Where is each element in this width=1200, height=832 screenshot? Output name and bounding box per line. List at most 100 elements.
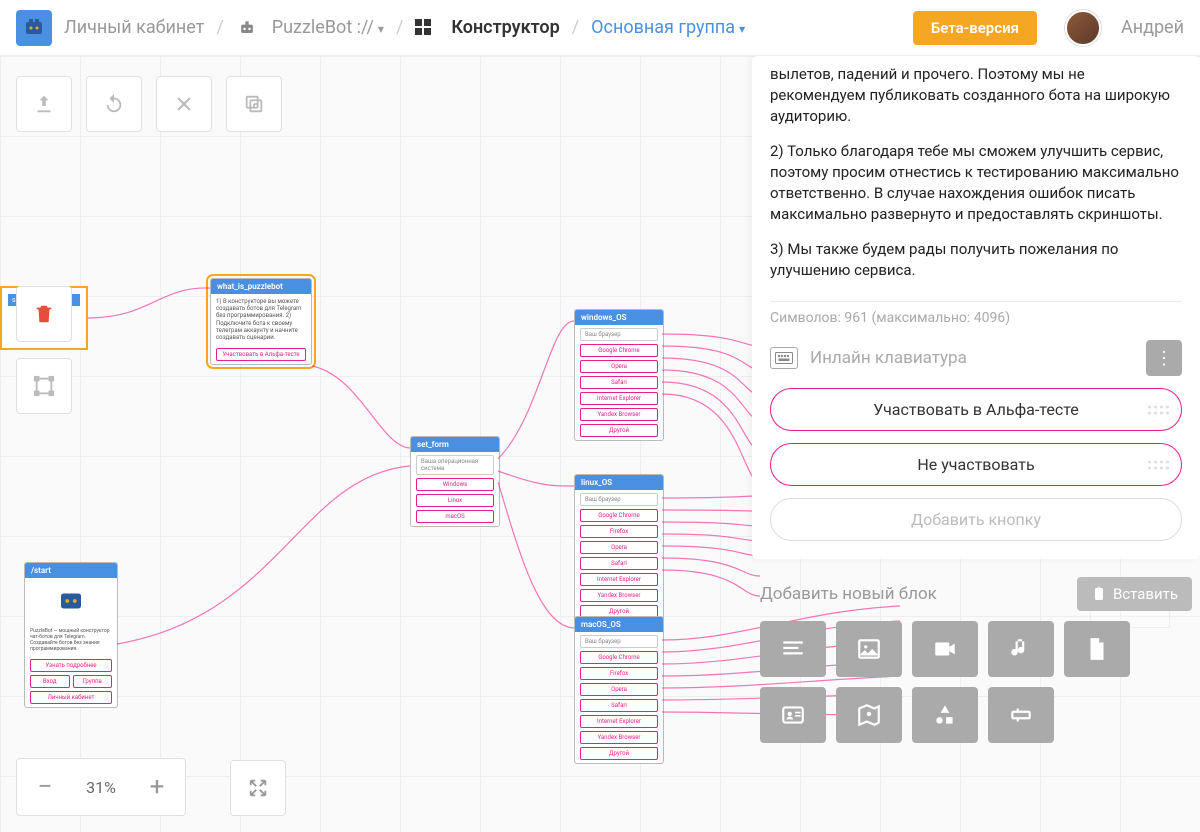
zoom-in-button[interactable]: +	[129, 759, 185, 815]
block-shape-button[interactable]	[912, 687, 978, 743]
node-button[interactable]: Opera	[580, 360, 658, 373]
keyboard-icon	[770, 347, 798, 369]
node-button[interactable]: Opera	[580, 541, 658, 554]
node-set-form[interactable]: set_form Ваша операционная система Windo…	[410, 436, 500, 527]
crumb-constructor[interactable]: Конструктор	[451, 17, 559, 38]
block-location-button[interactable]	[836, 687, 902, 743]
node-windows-os[interactable]: windows_OS Ваш браузер Google Chrome Ope…	[574, 309, 664, 441]
block-contact-button[interactable]	[760, 687, 826, 743]
add-block-bar: Добавить новый блок Вставить	[752, 571, 1200, 621]
copy-button[interactable]	[226, 76, 282, 132]
close-button[interactable]	[156, 76, 212, 132]
node-button[interactable]: Safari	[580, 376, 658, 389]
node-button[interactable]: Safari	[580, 557, 658, 570]
crumb-group[interactable]: Основная группа▾	[591, 17, 745, 38]
node-button[interactable]: Yandex Browser	[580, 731, 658, 744]
char-counter: Символов: 961 (максимально: 4096)	[770, 301, 1182, 326]
delete-button[interactable]	[16, 286, 72, 342]
node-body	[25, 578, 117, 624]
node-button[interactable]: Firefox	[580, 525, 658, 538]
inline-button-1[interactable]: Участвовать в Альфа-тесте	[770, 388, 1182, 431]
group-button[interactable]	[16, 358, 72, 414]
block-audio-button[interactable]	[988, 621, 1054, 677]
zoom-control: − 31% +	[16, 758, 186, 816]
node-button[interactable]: Yandex Browser	[580, 408, 658, 421]
block-text-button[interactable]	[760, 621, 826, 677]
node-start[interactable]: /start PuzzleBot — мощный конструктор ча…	[24, 562, 118, 708]
node-button[interactable]: Linux	[416, 494, 494, 507]
right-panel: вылетов, падений и прочего. Поэтому мы н…	[752, 56, 1200, 832]
node-button[interactable]: Internet Explorer	[580, 573, 658, 586]
node-button[interactable]: Google Chrome	[580, 509, 658, 522]
node-input: Ваш браузер	[580, 635, 658, 648]
node-button[interactable]: Internet Explorer	[580, 715, 658, 728]
block-type-grid	[752, 621, 1200, 743]
topbar: Личный кабинет / PuzzleBot ://▾ / Констр…	[0, 0, 1200, 56]
node-button[interactable]: Opera	[580, 683, 658, 696]
block-video-button[interactable]	[912, 621, 978, 677]
crumb-dashboard[interactable]: Личный кабинет	[64, 17, 204, 38]
node-macos-os[interactable]: macOS_OS Ваш браузер Google Chrome Firef…	[574, 616, 664, 764]
user-avatar[interactable]	[1065, 10, 1101, 46]
chevron-down-icon: ▾	[739, 22, 745, 36]
zoom-out-button[interactable]: −	[17, 759, 73, 815]
paste-button[interactable]: Вставить	[1077, 577, 1192, 611]
username-label[interactable]: Андрей	[1121, 17, 1184, 38]
node-button[interactable]: Google Chrome	[580, 344, 658, 357]
undo-button[interactable]	[86, 76, 142, 132]
keyboard-row: Инлайн клавиатура ⋮	[770, 340, 1182, 376]
node-button[interactable]: Другой	[580, 424, 658, 437]
add-block-label: Добавить новый блок	[760, 584, 937, 604]
node-button[interactable]: Участвовать в Альфа-тесте	[216, 348, 306, 361]
node-header: windows_OS	[575, 310, 663, 325]
node-button[interactable]: macOS	[416, 510, 494, 523]
crumb-sep: /	[216, 17, 223, 38]
node-button[interactable]: Группа	[73, 675, 113, 688]
keyboard-menu-button[interactable]: ⋮	[1146, 340, 1182, 376]
node-button[interactable]: Google Chrome	[580, 651, 658, 664]
node-input: Ваша операционная система	[416, 455, 494, 475]
node-header: what_is_puzzlebot	[211, 279, 311, 294]
node-button[interactable]: Личный кабинет	[30, 691, 112, 704]
node-button[interactable]: Другой	[580, 747, 658, 760]
beta-button[interactable]: Бета-версия	[913, 11, 1037, 45]
bot-icon	[236, 17, 258, 39]
app-logo[interactable]	[16, 10, 52, 46]
fullscreen-button[interactable]	[230, 760, 286, 816]
node-button[interactable]: Узнать подробнее	[30, 659, 112, 672]
side-toolbar	[16, 286, 72, 414]
block-image-button[interactable]	[836, 621, 902, 677]
node-header: macOS_OS	[575, 617, 663, 632]
drag-handle-icon[interactable]	[1148, 460, 1169, 469]
inline-button-2[interactable]: Не участвовать	[770, 443, 1182, 486]
block-file-button[interactable]	[1064, 621, 1130, 677]
node-button[interactable]: Windows	[416, 478, 494, 491]
chevron-down-icon: ▾	[378, 22, 384, 36]
add-inline-button[interactable]: Добавить кнопку	[770, 498, 1182, 541]
text-paragraph: вылетов, падений и прочего. Поэтому мы н…	[770, 64, 1182, 127]
node-body: 1) В конструкторе вы можете создавать бо…	[211, 294, 311, 345]
upload-button[interactable]	[16, 76, 72, 132]
text-paragraph: 2) Только благодаря тебе мы сможем улучш…	[770, 141, 1182, 225]
block-text-content[interactable]: вылетов, падений и прочего. Поэтому мы н…	[770, 56, 1182, 295]
block-editor-card: вылетов, падений и прочего. Поэтому мы н…	[752, 56, 1200, 559]
node-input: Ваш браузер	[580, 328, 658, 341]
block-form-button[interactable]	[988, 687, 1054, 743]
node-button[interactable]: Internet Explorer	[580, 392, 658, 405]
node-input: Ваш браузер	[580, 493, 658, 506]
node-button[interactable]: Safari	[580, 699, 658, 712]
node-header: set_form	[411, 437, 499, 452]
node-what-is-puzzlebot[interactable]: what_is_puzzlebot 1) В конструкторе вы м…	[210, 278, 312, 365]
crumb-botname[interactable]: PuzzleBot ://▾	[272, 17, 384, 38]
node-header: /start	[25, 563, 117, 578]
zoom-value: 31%	[73, 778, 129, 797]
node-button[interactable]: Yandex Browser	[580, 589, 658, 602]
node-header: linux_OS	[575, 475, 663, 490]
drag-handle-icon[interactable]	[1148, 405, 1169, 414]
node-button[interactable]: Вход	[30, 675, 70, 688]
crumb-sep: /	[396, 17, 403, 38]
grid-icon	[415, 19, 433, 37]
node-button[interactable]: Firefox	[580, 667, 658, 680]
node-linux-os[interactable]: linux_OS Ваш браузер Google Chrome Firef…	[574, 474, 664, 622]
toolbar	[16, 76, 282, 132]
